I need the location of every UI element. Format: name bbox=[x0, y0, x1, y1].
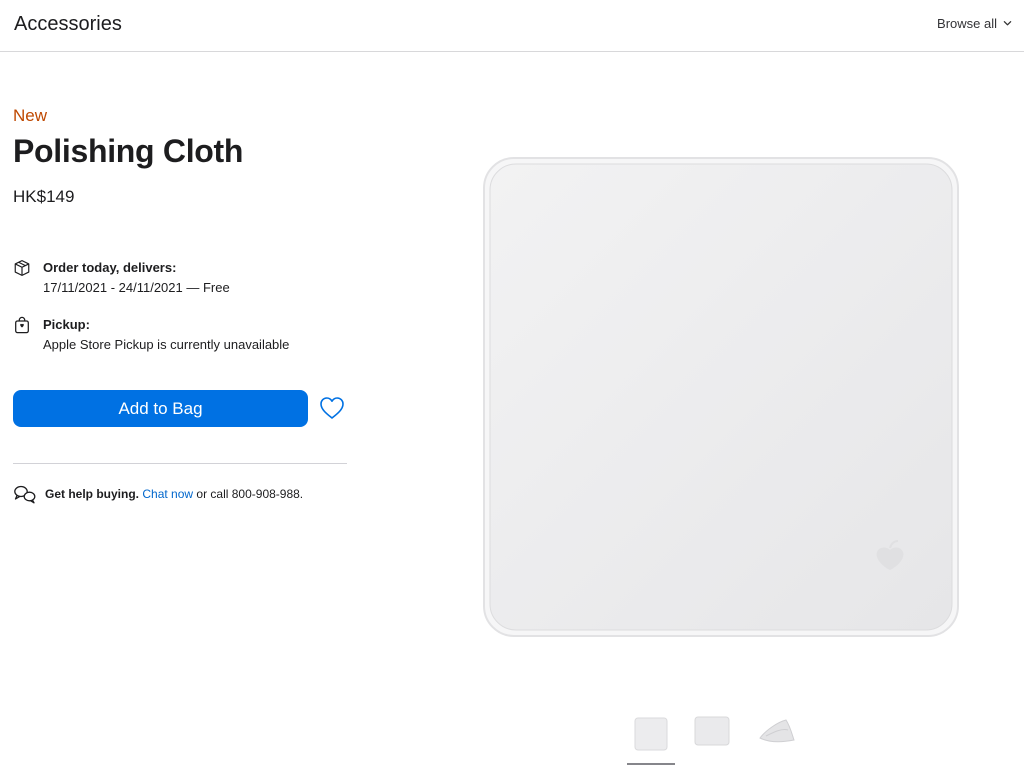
section-divider bbox=[13, 463, 347, 464]
gallery-thumbnails bbox=[620, 710, 820, 768]
heart-icon[interactable] bbox=[318, 395, 346, 421]
product-title: Polishing Cloth bbox=[13, 133, 244, 169]
product-image bbox=[483, 157, 959, 637]
product-price: HK$149 bbox=[13, 187, 75, 206]
delivery-label: Order today, delivers: bbox=[43, 260, 177, 275]
pickup-info: Pickup: Apple Store Pickup is currently … bbox=[13, 315, 289, 355]
thumbnail-cloth-front[interactable] bbox=[634, 717, 668, 751]
pickup-status: Apple Store Pickup is currently unavaila… bbox=[43, 337, 290, 352]
pickup-label: Pickup: bbox=[43, 317, 90, 332]
page-section-title: Accessories bbox=[14, 13, 122, 35]
help-buying: Get help buying. Chat now or call 800-90… bbox=[13, 484, 303, 504]
browse-all-label: Browse all bbox=[937, 16, 997, 31]
chevron-down-icon bbox=[1003, 21, 1012, 26]
chat-bubbles-icon bbox=[14, 485, 36, 504]
call-text: or call 800-908-988. bbox=[196, 487, 304, 501]
store-bag-icon bbox=[15, 316, 29, 334]
browse-all-button[interactable]: Browse all bbox=[937, 16, 1012, 31]
thumbnail-cloth-folded[interactable] bbox=[756, 716, 798, 746]
chat-now-link[interactable]: Chat now bbox=[142, 487, 193, 501]
new-badge: New bbox=[13, 106, 48, 125]
delivery-dates: 17/11/2021 - 24/11/2021 — Free bbox=[43, 280, 230, 295]
delivery-info: Order today, delivers: 17/11/2021 - 24/1… bbox=[13, 258, 230, 298]
box-icon bbox=[14, 260, 30, 276]
help-lead: Get help buying. bbox=[45, 487, 140, 501]
add-to-bag-button[interactable]: Add to Bag bbox=[13, 390, 308, 427]
thumbnail-cloth-back[interactable] bbox=[694, 716, 730, 746]
top-bar: Accessories Browse all bbox=[0, 0, 1024, 52]
selected-thumbnail-indicator bbox=[627, 763, 675, 765]
